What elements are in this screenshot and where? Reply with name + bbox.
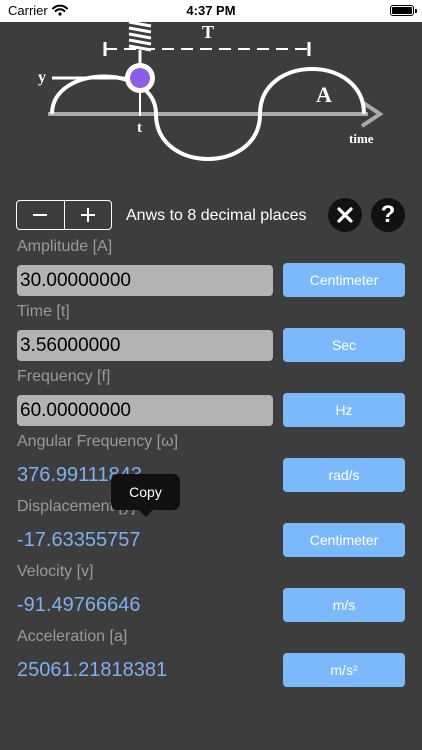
time-unit-button[interactable]: Sec <box>283 328 405 362</box>
y-label: y <box>38 69 46 86</box>
time-input[interactable]: 3.56000000 <box>17 330 273 361</box>
minus-icon <box>33 214 48 216</box>
close-icon <box>337 207 353 223</box>
amplitude-unit-button[interactable]: Centimeter <box>283 263 405 297</box>
spring-icon <box>128 22 152 52</box>
a-label: A <box>316 82 332 107</box>
acceleration-value[interactable]: 25061.21818381 <box>17 659 167 682</box>
period-label: T <box>202 22 214 42</box>
help-button[interactable]: ? <box>371 198 405 232</box>
status-time: 4:37 PM <box>186 3 236 18</box>
angular-frequency-unit-button[interactable]: rad/s <box>283 458 405 492</box>
amplitude-label: Amplitude [A] <box>17 238 113 255</box>
velocity-unit-button[interactable]: m/s <box>283 588 405 622</box>
increment-button[interactable] <box>65 201 112 229</box>
displacement-value[interactable]: -17.63355757 <box>17 529 140 552</box>
angular-frequency-label: Angular Frequency [ω] <box>17 433 179 450</box>
time-axis-label: time <box>349 131 374 146</box>
displacement-unit-button[interactable]: Centimeter <box>283 523 405 557</box>
velocity-label: Velocity [v] <box>17 563 94 580</box>
decimal-stepper[interactable] <box>16 200 112 230</box>
decimal-places-label: Anws to 8 decimal places <box>126 207 307 224</box>
acceleration-label: Acceleration [a] <box>17 628 128 645</box>
time-label: Time [t] <box>17 303 70 320</box>
amplitude-input[interactable]: 30.00000000 <box>17 265 273 296</box>
plus-icon <box>80 208 95 222</box>
decrement-button[interactable] <box>17 201 65 229</box>
copy-menu-item[interactable]: Copy <box>111 474 180 517</box>
battery-icon <box>390 5 417 16</box>
t-label: t <box>137 120 142 136</box>
frequency-label: Frequency [f] <box>17 368 111 385</box>
clear-button[interactable] <box>328 198 362 232</box>
oscillation-diagram: T y t A time <box>38 22 384 161</box>
status-bar: Carrier 4:37 PM <box>0 0 422 22</box>
velocity-value[interactable]: -91.49766646 <box>17 594 140 617</box>
help-icon: ? <box>380 201 396 228</box>
acceleration-unit-button[interactable]: m/s² <box>283 653 405 687</box>
frequency-input[interactable]: 60.00000000 <box>17 395 273 426</box>
frequency-unit-button[interactable]: Hz <box>283 393 405 427</box>
